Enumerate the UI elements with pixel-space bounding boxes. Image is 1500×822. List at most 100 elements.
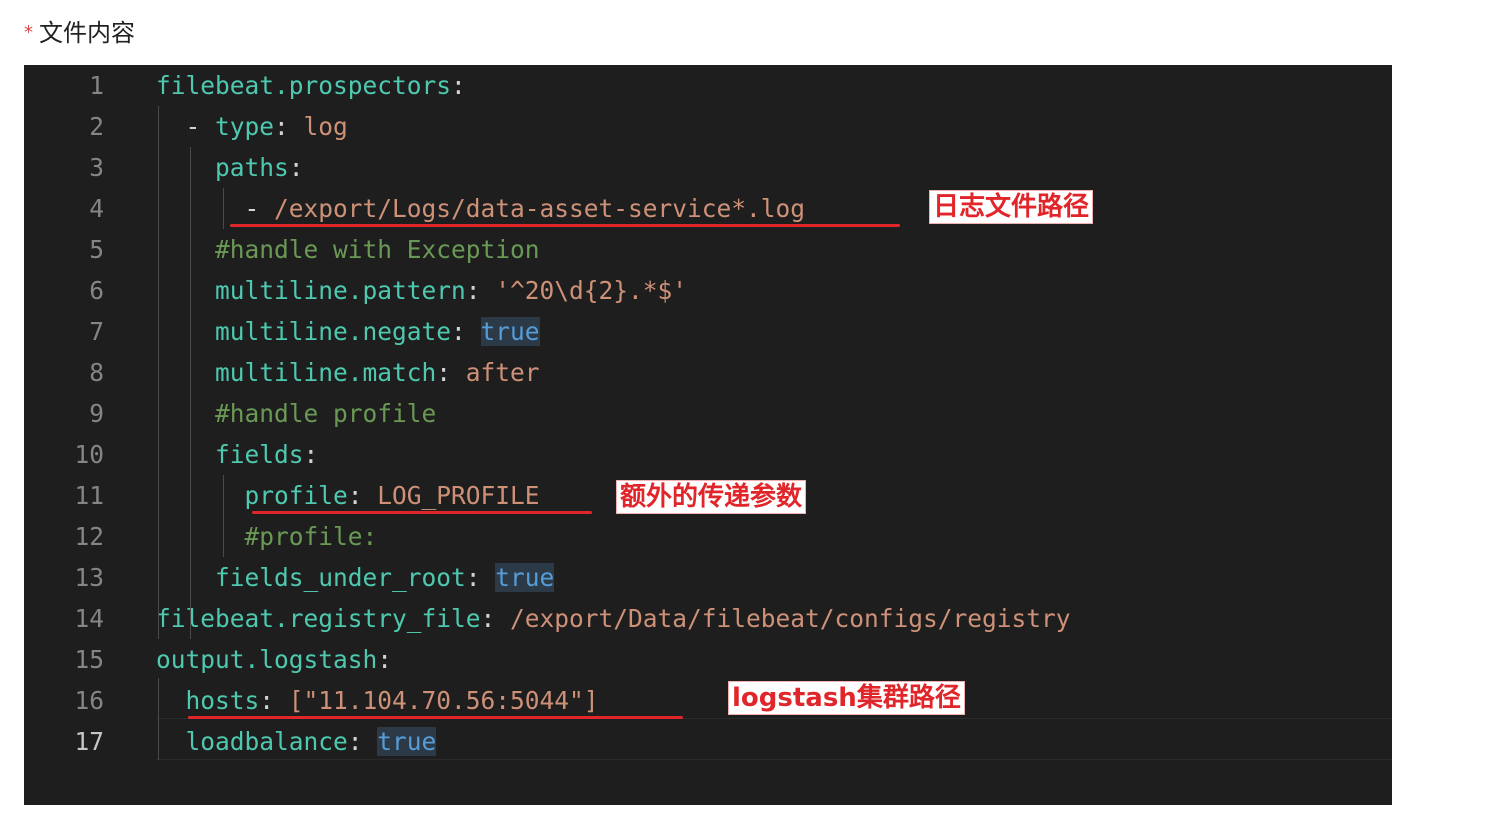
code-token-punct: : (347, 481, 378, 510)
code-token-punct: : (288, 153, 304, 182)
code-token-key: multiline.negate (156, 317, 452, 346)
line-number: 6 (89, 276, 104, 305)
required-mark: * (24, 22, 33, 43)
code-line[interactable]: 6 multiline.pattern: '^20\d{2}.*$' (24, 270, 1392, 311)
line-number: 9 (89, 399, 104, 428)
line-number: 13 (74, 563, 104, 592)
code-text: - /export/Logs/data-asset-service*.log (156, 188, 806, 229)
code-text: - type: log (156, 106, 348, 147)
code-token-key: multiline.pattern (156, 276, 466, 305)
line-number: 12 (74, 522, 104, 551)
field-label-text: 文件内容 (39, 19, 135, 47)
code-text: filebeat.registry_file: /export/Data/fil… (156, 598, 1071, 639)
code-line[interactable]: 5 #handle with Exception (24, 229, 1392, 270)
code-token-punct: : (480, 604, 511, 633)
code-token-str: log (303, 112, 348, 141)
code-token-punct: - (156, 112, 216, 141)
code-line[interactable]: 16 hosts: ["11.104.70.56:5044"] (24, 680, 1392, 721)
code-token-str: after (465, 358, 540, 387)
code-line[interactable]: 2 - type: log (24, 106, 1392, 147)
code-token-key: output.logstash (156, 645, 378, 674)
indent-guide (223, 188, 224, 229)
indent-guide (223, 475, 224, 557)
code-line[interactable]: 13 fields_under_root: true (24, 557, 1392, 598)
code-token-punct: : (436, 358, 466, 387)
code-line[interactable]: 14 filebeat.registry_file: /export/Data/f… (24, 598, 1392, 639)
code-line[interactable]: 15 output.logstash: (24, 639, 1392, 680)
line-number: 1 (89, 71, 104, 100)
line-number: 14 (74, 604, 104, 633)
code-line[interactable]: 9 #handle profile (24, 393, 1392, 434)
code-editor[interactable]: 17 loadbalance: true 16 hosts: ["11.104.7… (24, 65, 1392, 805)
extra-params-annotation: 额外的传递参数 (616, 480, 807, 514)
code-token-key: type (215, 112, 275, 141)
line-number: 2 (89, 112, 104, 141)
code-token-key: multiline.match (156, 358, 437, 387)
code-token-key: fields_under_root (156, 563, 466, 592)
code-text: #handle profile (156, 393, 436, 434)
line-number: 7 (89, 317, 104, 346)
code-token-punct: - (156, 194, 275, 223)
log-path-underline (230, 224, 900, 227)
indent-guide (158, 106, 159, 639)
code-token-punct: : (259, 686, 289, 715)
line-number: 5 (89, 235, 104, 264)
code-text: fields_under_root: true (156, 557, 555, 598)
code-text: filebeat.prospectors: (156, 65, 466, 106)
code-text: #handle with Exception (156, 229, 540, 270)
line-number: 8 (89, 358, 104, 387)
code-token-key: filebeat.prospectors (156, 71, 452, 100)
code-line[interactable]: 8 multiline.match: after (24, 352, 1392, 393)
code-line[interactable]: 3 paths: (24, 147, 1392, 188)
code-token-comment: #handle profile (156, 399, 437, 428)
code-token-bool: true (480, 317, 540, 346)
code-text: paths: (156, 147, 304, 188)
code-token-punct: : (451, 71, 466, 100)
line-number: 4 (89, 194, 104, 223)
line-number: 11 (74, 481, 104, 510)
code-text: output.logstash: (156, 639, 392, 680)
line-number: 3 (89, 153, 104, 182)
code-token-key: hosts (156, 686, 260, 715)
code-token-key: fields (156, 440, 304, 469)
line-number: 16 (74, 686, 104, 715)
code-token-bool: true (495, 563, 555, 592)
code-token-comment: #handle with Exception (156, 235, 540, 264)
code-token-punct: : (465, 276, 496, 305)
code-text: hosts: ["11.104.70.56:5044"] (156, 680, 599, 721)
code-text: profile: LOG_PROFILE (156, 475, 540, 516)
code-token-punct: : (274, 112, 304, 141)
indent-guide (158, 678, 159, 760)
code-text: multiline.pattern: '^20\d{2}.*$' (156, 270, 687, 311)
code-token-punct: : (451, 317, 481, 346)
code-token-str: ["11.104.70.56:5044"] (288, 686, 599, 715)
code-token-punct: : (465, 563, 496, 592)
code-line[interactable]: 4 - /export/Logs/data-asset-service*.log (24, 188, 1392, 229)
code-token-key: filebeat.registry_file (156, 604, 481, 633)
file-content-label: * 文件内容 (24, 16, 135, 50)
code-token-key: profile (156, 481, 348, 510)
code-token-str: /export/Logs/data-asset-service*.log (274, 194, 806, 223)
code-line[interactable]: 1 filebeat.prospectors: (24, 65, 1392, 106)
code-token-str: LOG_PROFILE (377, 481, 540, 510)
code-text: multiline.negate: true (156, 311, 540, 352)
line-number: 17 (74, 727, 104, 756)
code-token-punct: : (303, 440, 319, 469)
code-token-key: paths (156, 153, 289, 182)
code-text: fields: (156, 434, 318, 475)
code-token-str: '^20\d{2}.*$' (495, 276, 688, 305)
current-line-highlight (156, 718, 1392, 760)
code-token-punct: : (377, 645, 393, 674)
line-number: 10 (74, 440, 104, 469)
extra-params-underline (252, 511, 592, 514)
code-line[interactable]: 10 fields: (24, 434, 1392, 475)
logstash-hosts-underline (188, 716, 683, 719)
indent-guide (190, 147, 191, 639)
code-token-str: /export/Data/filebeat/configs/registry (510, 604, 1071, 633)
code-line[interactable]: 7 multiline.negate: true (24, 311, 1392, 352)
log-path-annotation: 日志文件路径 (929, 190, 1094, 224)
logstash-cluster-annotation: logstash集群路径 (728, 681, 965, 715)
code-text: multiline.match: after (156, 352, 540, 393)
code-line[interactable]: 12 #profile: (24, 516, 1392, 557)
line-number: 15 (74, 645, 104, 674)
